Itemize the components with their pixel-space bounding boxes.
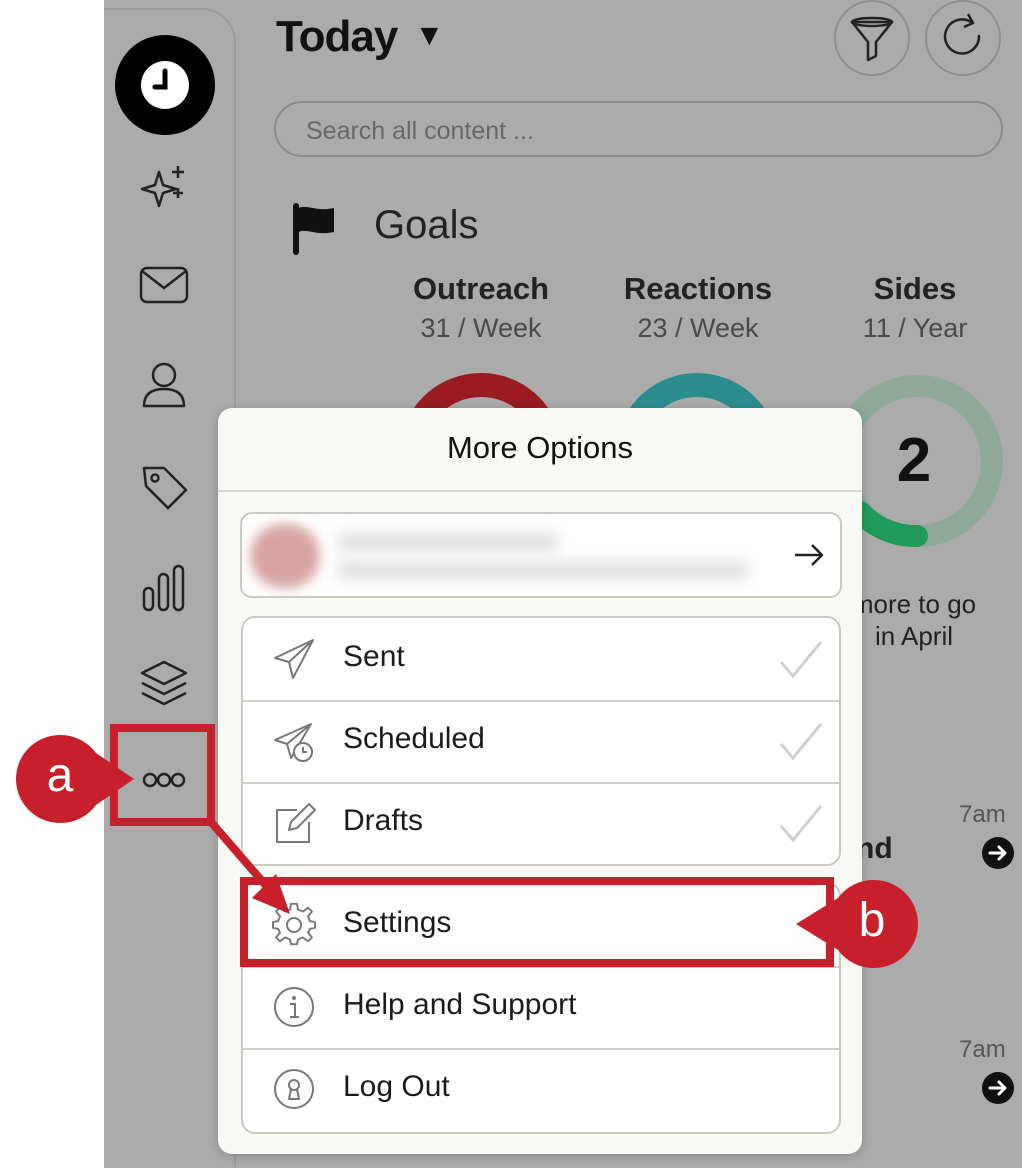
highlight-more-options xyxy=(110,724,215,826)
annotation-overlay xyxy=(16,724,918,969)
highlight-settings xyxy=(240,877,834,967)
callout-b-label: b xyxy=(858,894,886,947)
callout-a-label: a xyxy=(46,749,74,802)
